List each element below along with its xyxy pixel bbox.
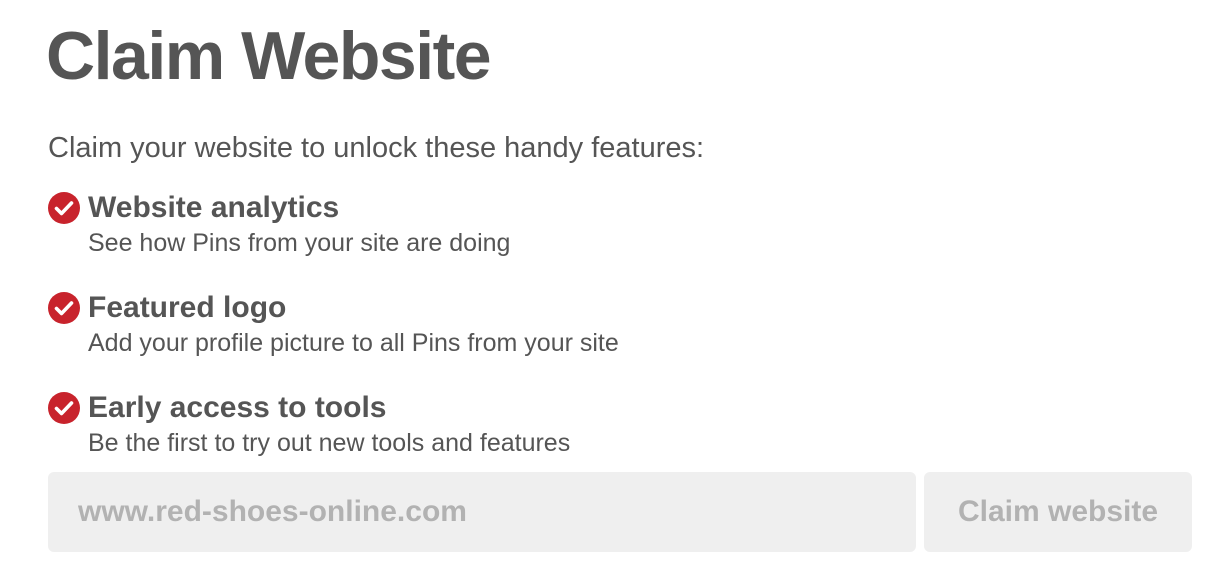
feature-description: See how Pins from your site are doing: [88, 229, 511, 257]
intro-text: Claim your website to unlock these handy…: [48, 132, 705, 164]
check-circle-icon: [48, 192, 80, 224]
check-circle-icon: [48, 292, 80, 324]
feature-item-early-access: Early access to tools Be the first to tr…: [48, 388, 808, 468]
feature-title: Early access to tools: [88, 391, 387, 424]
page-title: Claim Website: [46, 18, 492, 94]
claim-website-button[interactable]: Claim website: [924, 472, 1192, 552]
claim-website-page: Claim Website Claim your website to unlo…: [0, 0, 1228, 580]
website-url-input[interactable]: [48, 472, 916, 552]
feature-title: Website analytics: [88, 191, 340, 224]
feature-description: Be the first to try out new tools and fe…: [88, 429, 571, 457]
feature-title: Featured logo: [88, 291, 287, 324]
feature-item-website-analytics: Website analytics See how Pins from your…: [48, 188, 808, 268]
check-circle-icon: [48, 392, 80, 424]
feature-item-featured-logo: Featured logo Add your profile picture t…: [48, 288, 808, 368]
feature-description: Add your profile picture to all Pins fro…: [88, 329, 619, 357]
